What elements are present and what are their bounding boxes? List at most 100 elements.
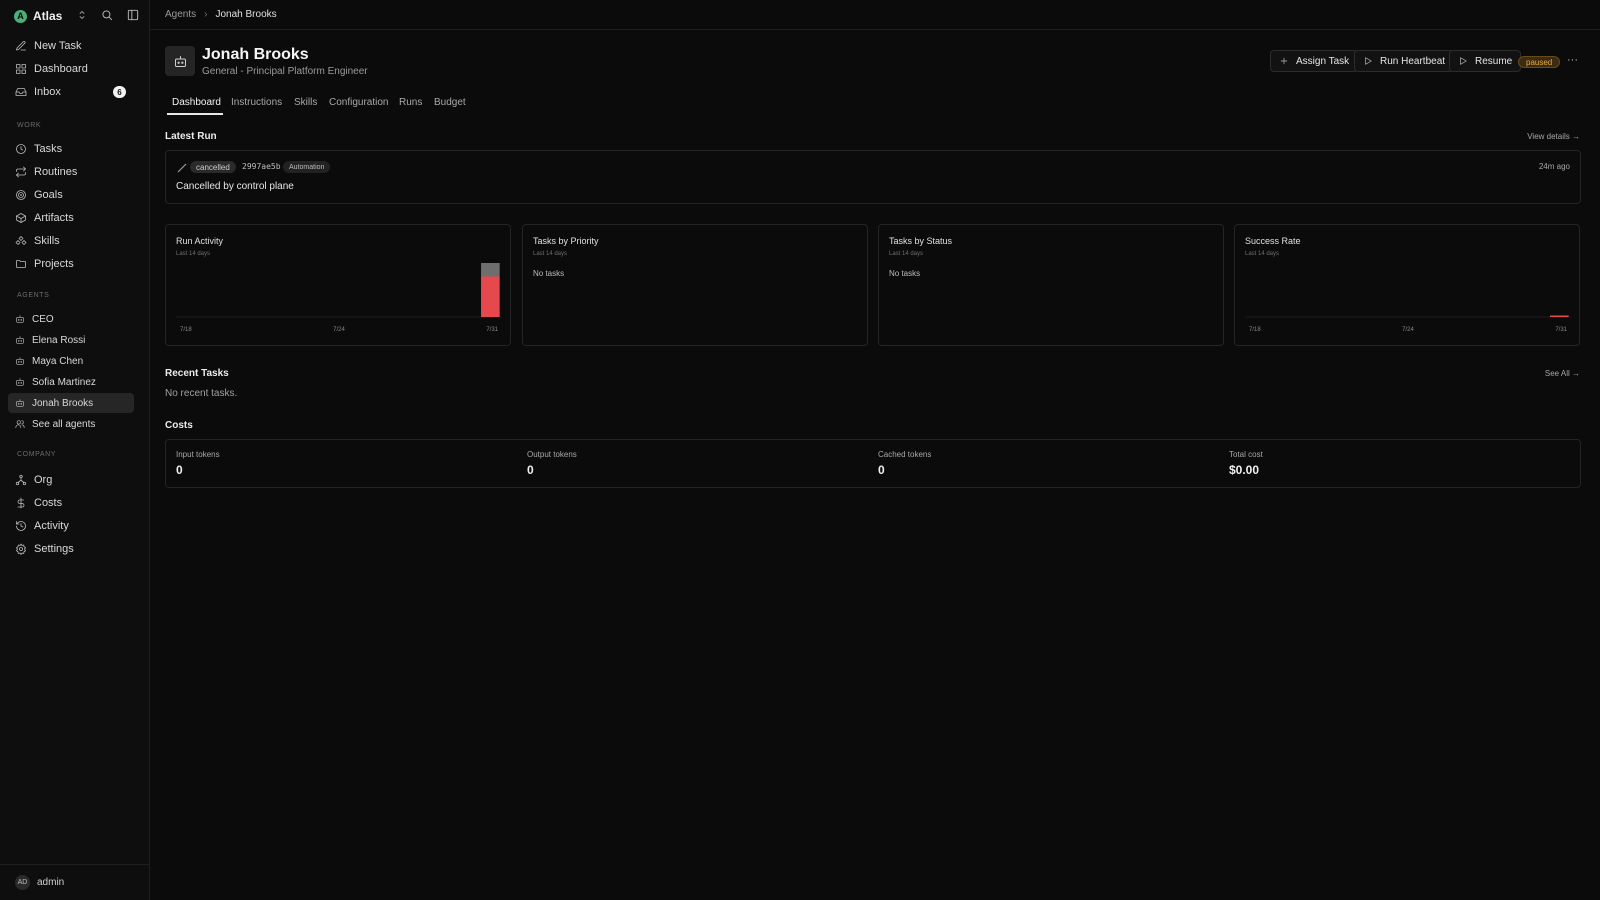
see-all-tasks-link[interactable]: See All → [1545, 369, 1580, 378]
play-icon [1458, 56, 1468, 66]
workspace-switcher[interactable]: A Atlas [14, 6, 139, 26]
recent-tasks-title: Recent Tasks [165, 368, 229, 379]
sidebar-item-costs[interactable]: Costs [8, 493, 134, 513]
tab-budget[interactable]: Budget [434, 97, 466, 108]
sidebar-item-settings[interactable]: Settings [8, 539, 134, 559]
play-icon [1363, 56, 1373, 66]
bot-icon [15, 377, 25, 387]
latest-run-title: Latest Run [165, 131, 217, 142]
clock-icon [15, 143, 27, 155]
sidebar-item-goals[interactable]: Goals [8, 185, 134, 205]
cost-value: 0 [878, 463, 885, 477]
sidebar-item-org[interactable]: Org [8, 470, 134, 490]
view-details-link[interactable]: View details → [1527, 132, 1580, 141]
tab-instructions[interactable]: Instructions [231, 97, 282, 108]
run-status-chip: cancelled [190, 161, 236, 173]
tab-configuration[interactable]: Configuration [329, 97, 388, 108]
sidebar-see-all-agents[interactable]: See all agents [8, 414, 134, 434]
costs-title: Costs [165, 420, 193, 431]
org-icon [15, 474, 27, 486]
sidebar-item-label: Settings [34, 543, 74, 555]
plus-icon [1279, 56, 1289, 66]
sidebar-item-label: Inbox [34, 86, 61, 98]
run-message: Cancelled by control plane [176, 181, 294, 192]
search-icon[interactable] [100, 8, 114, 22]
sidebar-item-label: Projects [34, 258, 74, 270]
sidebar-item-label: Costs [34, 497, 63, 509]
run-heartbeat-button[interactable]: Run Heartbeat [1354, 50, 1455, 72]
sidebar-item-projects[interactable]: Projects [8, 254, 134, 274]
breadcrumb-agents-link[interactable]: Agents [165, 9, 196, 20]
x-tick-label: 7/18 [1249, 327, 1261, 333]
bot-icon [173, 54, 188, 69]
chevron-right-icon: › [204, 9, 208, 20]
tab-skills[interactable]: Skills [294, 97, 317, 108]
bar-failed [481, 276, 500, 317]
sidebar-item-label: Tasks [34, 143, 63, 155]
sidebar-toggle-icon[interactable] [126, 8, 140, 22]
cost-label: Output tokens [527, 450, 577, 459]
resume-button[interactable]: Resume [1449, 50, 1522, 72]
tasks-by-status-card: Tasks by Status Last 14 days No tasks [878, 224, 1224, 346]
card-empty-text: No tasks [889, 269, 921, 278]
sidebar-item-skills[interactable]: Skills [8, 231, 134, 251]
run-heartbeat-label: Run Heartbeat [1380, 55, 1446, 67]
sidebar-item-dashboard[interactable]: Dashboard [8, 59, 134, 79]
sidebar-agent-jonah-brooks[interactable]: Jonah Brooks [8, 393, 134, 413]
card-subtitle: Last 14 days [533, 251, 568, 257]
sidebar-item-label: Routines [34, 166, 78, 178]
user-menu[interactable]: AD admin [0, 864, 150, 900]
bot-icon [15, 356, 25, 366]
sidebar-item-label: Goals [34, 189, 63, 201]
bot-icon [15, 314, 25, 324]
card-title: Tasks by Priority [533, 236, 599, 246]
run-activity-chart: 7/18 7/24 7/31 [176, 263, 502, 333]
sidebar-agent-label: CEO [32, 313, 54, 325]
sidebar-item-activity[interactable]: Activity [8, 516, 134, 536]
resume-label: Resume [1475, 55, 1513, 67]
card-empty-text: No tasks [533, 269, 565, 278]
sidebar-agent-sofia-martinez[interactable]: Sofia Martinez [8, 372, 134, 392]
x-tick-label: 7/18 [180, 327, 192, 333]
bot-icon [15, 398, 25, 408]
assign-task-label: Assign Task [1296, 55, 1350, 67]
recent-tasks-empty: No recent tasks. [165, 388, 238, 399]
sidebar-item-label: Artifacts [34, 212, 74, 224]
cost-total: Total cost $0.00 [1229, 450, 1263, 477]
assign-task-button[interactable]: Assign Task [1270, 50, 1359, 72]
sidebar-item-routines[interactable]: Routines [8, 162, 134, 182]
tab-dashboard[interactable]: Dashboard [172, 97, 221, 108]
sidebar-item-new-task[interactable]: New Task [8, 36, 134, 56]
sidebar-item-label: Activity [34, 520, 69, 532]
sidebar-item-inbox[interactable]: Inbox 6 [8, 82, 134, 102]
sidebar-item-label: Skills [34, 235, 60, 247]
cost-label: Total cost [1229, 450, 1263, 459]
sidebar-agent-elena-rossi[interactable]: Elena Rossi [8, 330, 134, 350]
cost-cached-tokens: Cached tokens 0 [878, 450, 931, 477]
see-all-agents-label: See all agents [32, 418, 96, 430]
sidebar-agent-label: Sofia Martinez [32, 376, 96, 388]
sidebar-agent-maya-chen[interactable]: Maya Chen [8, 351, 134, 371]
latest-run-card[interactable]: cancelled 2997ae5b Automation Cancelled … [165, 150, 1581, 204]
sidebar-agent-label: Maya Chen [32, 355, 84, 367]
card-title: Tasks by Status [889, 236, 953, 246]
x-tick-label: 7/24 [1402, 327, 1414, 333]
tab-runs[interactable]: Runs [399, 97, 422, 108]
user-name: admin [37, 877, 65, 888]
avatar: AD [15, 875, 30, 890]
tasks-by-priority-card: Tasks by Priority Last 14 days No tasks [522, 224, 868, 346]
x-tick-label: 7/24 [333, 327, 345, 333]
section-label-agents: AGENTS [17, 292, 50, 299]
breadcrumb: Agents › Jonah Brooks [150, 0, 1600, 30]
sidebar-agent-label: Jonah Brooks [32, 397, 94, 409]
chevron-updown-icon[interactable] [76, 9, 88, 21]
sidebar-item-tasks[interactable]: Tasks [8, 139, 134, 159]
sidebar-item-label: Dashboard [34, 63, 88, 75]
more-options-button[interactable]: ··· [1567, 54, 1578, 66]
x-tick-label: 7/31 [1555, 327, 1567, 333]
cost-value: 0 [527, 463, 534, 477]
sidebar-item-artifacts[interactable]: Artifacts [8, 208, 134, 228]
section-label-work: WORK [17, 122, 42, 129]
sidebar-agent-ceo[interactable]: CEO [8, 309, 134, 329]
inbox-count-badge: 6 [113, 86, 126, 98]
